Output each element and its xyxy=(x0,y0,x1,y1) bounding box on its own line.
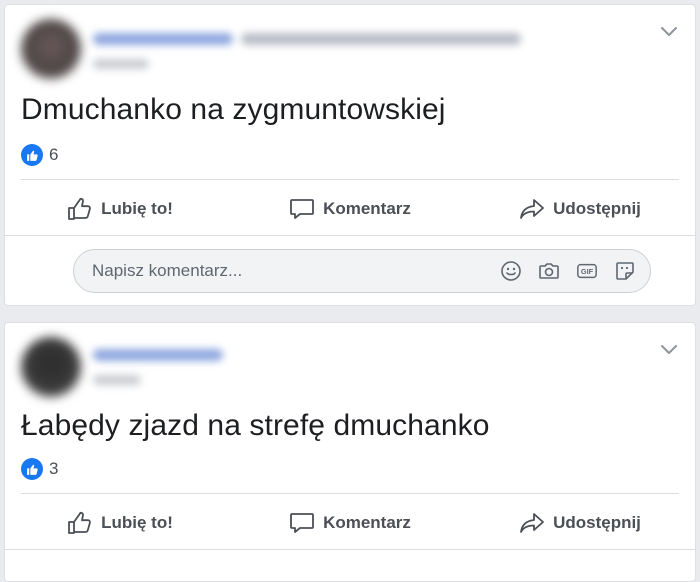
timestamp-blurred[interactable] xyxy=(93,59,149,69)
like-reaction-icon xyxy=(21,458,43,480)
camera-icon[interactable] xyxy=(538,260,560,282)
group-name-blurred[interactable] xyxy=(241,33,521,45)
like-count: 3 xyxy=(49,459,59,478)
reactions-summary[interactable]: 3 xyxy=(21,458,58,480)
gif-icon[interactable]: GIF xyxy=(576,260,598,282)
share-button[interactable]: Udostępnij xyxy=(465,187,695,231)
author-name-blurred[interactable] xyxy=(93,349,223,361)
comment-button[interactable]: Komentarz xyxy=(235,501,465,545)
emoji-icon[interactable] xyxy=(500,260,522,282)
thumbs-up-icon xyxy=(68,511,91,534)
post-actions: Lubię to! Komentarz Udostępnij xyxy=(5,187,695,231)
post-text: Dmuchanko na zygmuntowskiej xyxy=(21,93,446,126)
post-actions: Lubię to! Komentarz Udostępnij xyxy=(5,501,695,545)
reactions-summary[interactable]: 6 xyxy=(21,144,58,166)
like-label: Lubię to! xyxy=(101,199,173,218)
comment-box-icons: GIF xyxy=(500,260,636,282)
share-label: Udostępnij xyxy=(553,513,641,532)
post-card: Łabędy zjazd na strefę dmuchanko 3 Lubię… xyxy=(4,322,696,582)
chevron-down-icon[interactable] xyxy=(661,345,677,355)
divider xyxy=(5,549,695,550)
divider xyxy=(21,179,679,180)
comment-icon xyxy=(290,513,314,533)
sticker-icon[interactable] xyxy=(614,260,636,282)
chevron-down-icon[interactable] xyxy=(661,27,677,37)
share-button[interactable]: Udostępnij xyxy=(465,501,695,545)
share-label: Udostępnij xyxy=(553,199,641,218)
comment-button[interactable]: Komentarz xyxy=(235,187,465,231)
like-button[interactable]: Lubię to! xyxy=(5,501,235,545)
like-reaction-icon xyxy=(21,144,43,166)
like-button[interactable]: Lubię to! xyxy=(5,187,235,231)
author-name-blurred[interactable] xyxy=(93,33,233,45)
share-icon xyxy=(520,199,544,219)
comment-label: Komentarz xyxy=(323,513,411,532)
avatar[interactable] xyxy=(21,19,81,79)
svg-text:GIF: GIF xyxy=(581,267,594,276)
comment-input[interactable] xyxy=(92,250,492,292)
like-count: 6 xyxy=(49,145,59,164)
comment-box[interactable]: GIF xyxy=(73,249,651,293)
divider xyxy=(21,493,679,494)
post-text: Łabędy zjazd na strefę dmuchanko xyxy=(21,409,490,442)
timestamp-blurred[interactable] xyxy=(93,375,141,385)
comment-label: Komentarz xyxy=(323,199,411,218)
like-label: Lubię to! xyxy=(101,513,173,532)
post-card: Dmuchanko na zygmuntowskiej 6 Lubię to! … xyxy=(4,4,696,306)
thumbs-up-icon xyxy=(68,197,91,220)
comment-icon xyxy=(290,199,314,219)
share-icon xyxy=(520,513,544,533)
avatar[interactable] xyxy=(21,337,81,397)
divider xyxy=(5,235,695,236)
